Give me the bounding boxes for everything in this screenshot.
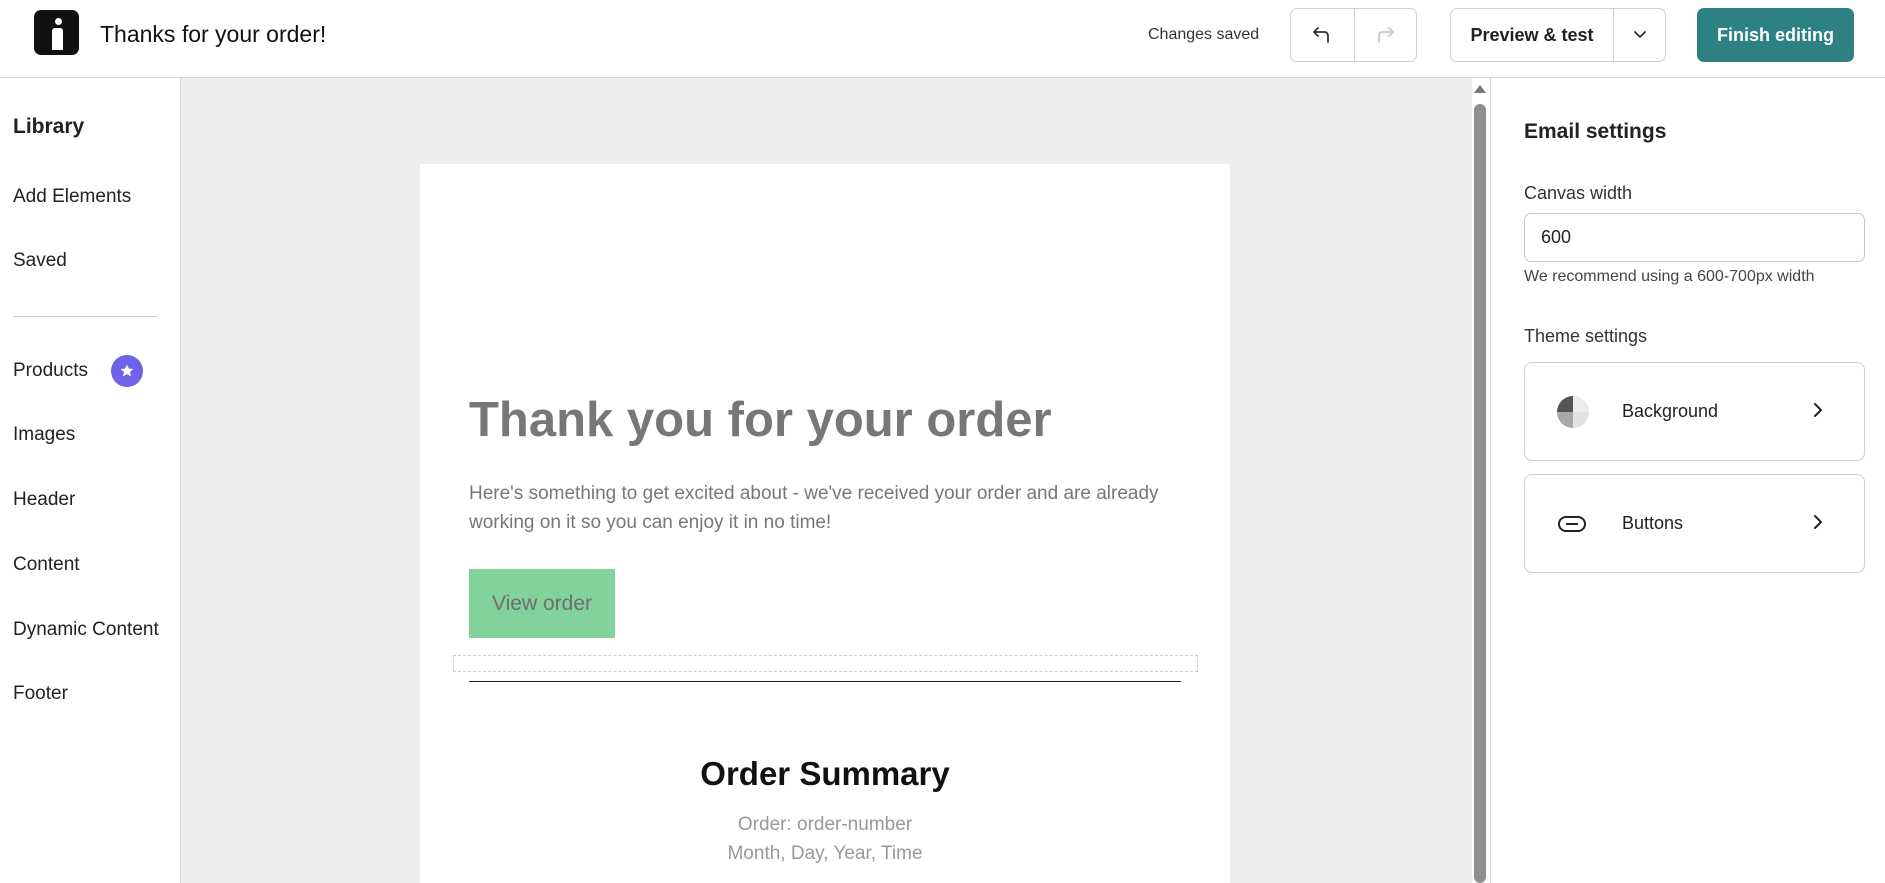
undo-redo-group [1290, 8, 1417, 62]
email-settings-title: Email settings [1524, 120, 1667, 143]
preview-dropdown-button[interactable] [1613, 9, 1665, 61]
finish-editing-button[interactable]: Finish editing [1697, 8, 1854, 62]
undo-icon [1313, 27, 1330, 43]
divider-line[interactable] [469, 681, 1181, 682]
sidebar-item-images[interactable]: Images [13, 424, 75, 446]
sidebar-item-add-elements[interactable]: Add Elements [13, 186, 131, 208]
scroll-up-arrow-icon[interactable] [1474, 85, 1486, 93]
preview-test-group: Preview & test [1450, 8, 1666, 62]
hero-body-text[interactable]: Here's something to get excited about - … [469, 479, 1189, 537]
palette-icon [1557, 396, 1589, 428]
sidebar-item-content[interactable]: Content [13, 554, 80, 576]
panel-divider [1490, 78, 1491, 883]
preview-test-button[interactable]: Preview & test [1451, 9, 1613, 61]
redo-icon [1378, 27, 1395, 43]
order-number-text[interactable]: Order: order-number [420, 814, 1230, 836]
sidebar-item-dynamic-content[interactable]: Dynamic Content [13, 619, 159, 641]
canvas-width-label: Canvas width [1524, 183, 1633, 203]
email-preview[interactable]: Thank you for your order Here's somethin… [420, 164, 1230, 883]
top-bar: Thanks for your order! Changes saved Pre… [0, 0, 1885, 78]
logo-stem [52, 28, 63, 50]
app-logo-icon[interactable] [34, 10, 79, 55]
save-status: Changes saved [1148, 26, 1260, 43]
chevron-right-icon [1814, 403, 1822, 417]
button-shape-icon [1558, 516, 1586, 532]
scrollbar-thumb[interactable] [1474, 104, 1486, 883]
logo-dot [55, 18, 62, 25]
sidebar-item-products[interactable]: Products [13, 360, 88, 382]
canvas-width-input[interactable] [1524, 213, 1865, 262]
theme-buttons-label: Buttons [1622, 513, 1684, 533]
sidebar-item-header[interactable]: Header [13, 489, 75, 511]
order-date-text[interactable]: Month, Day, Year, Time [420, 843, 1230, 865]
sidebar-item-saved[interactable]: Saved [13, 250, 67, 272]
spacer-block[interactable] [453, 655, 1198, 672]
theme-buttons-card[interactable]: Buttons [1524, 474, 1865, 573]
redo-button[interactable] [1353, 9, 1417, 61]
undo-button[interactable] [1291, 9, 1354, 61]
chevron-down-icon [1633, 31, 1646, 38]
sidebar-item-footer[interactable]: Footer [13, 683, 68, 705]
library-title: Library [13, 115, 85, 138]
email-title[interactable]: Thanks for your order! [100, 21, 326, 48]
theme-settings-label: Theme settings [1524, 326, 1648, 346]
sidebar-divider [13, 316, 158, 317]
view-order-button[interactable]: View order [469, 569, 615, 638]
hero-heading[interactable]: Thank you for your order [469, 392, 1052, 448]
star-icon [111, 355, 143, 387]
theme-background-card[interactable]: Background [1524, 362, 1865, 461]
chevron-right-icon [1814, 515, 1822, 529]
order-summary-heading[interactable]: Order Summary [420, 755, 1230, 793]
theme-background-label: Background [1622, 401, 1719, 421]
canvas-width-hint: We recommend using a 600-700px width [1524, 268, 1815, 285]
library-sidebar: Library Add Elements Saved Products Imag… [0, 78, 181, 883]
